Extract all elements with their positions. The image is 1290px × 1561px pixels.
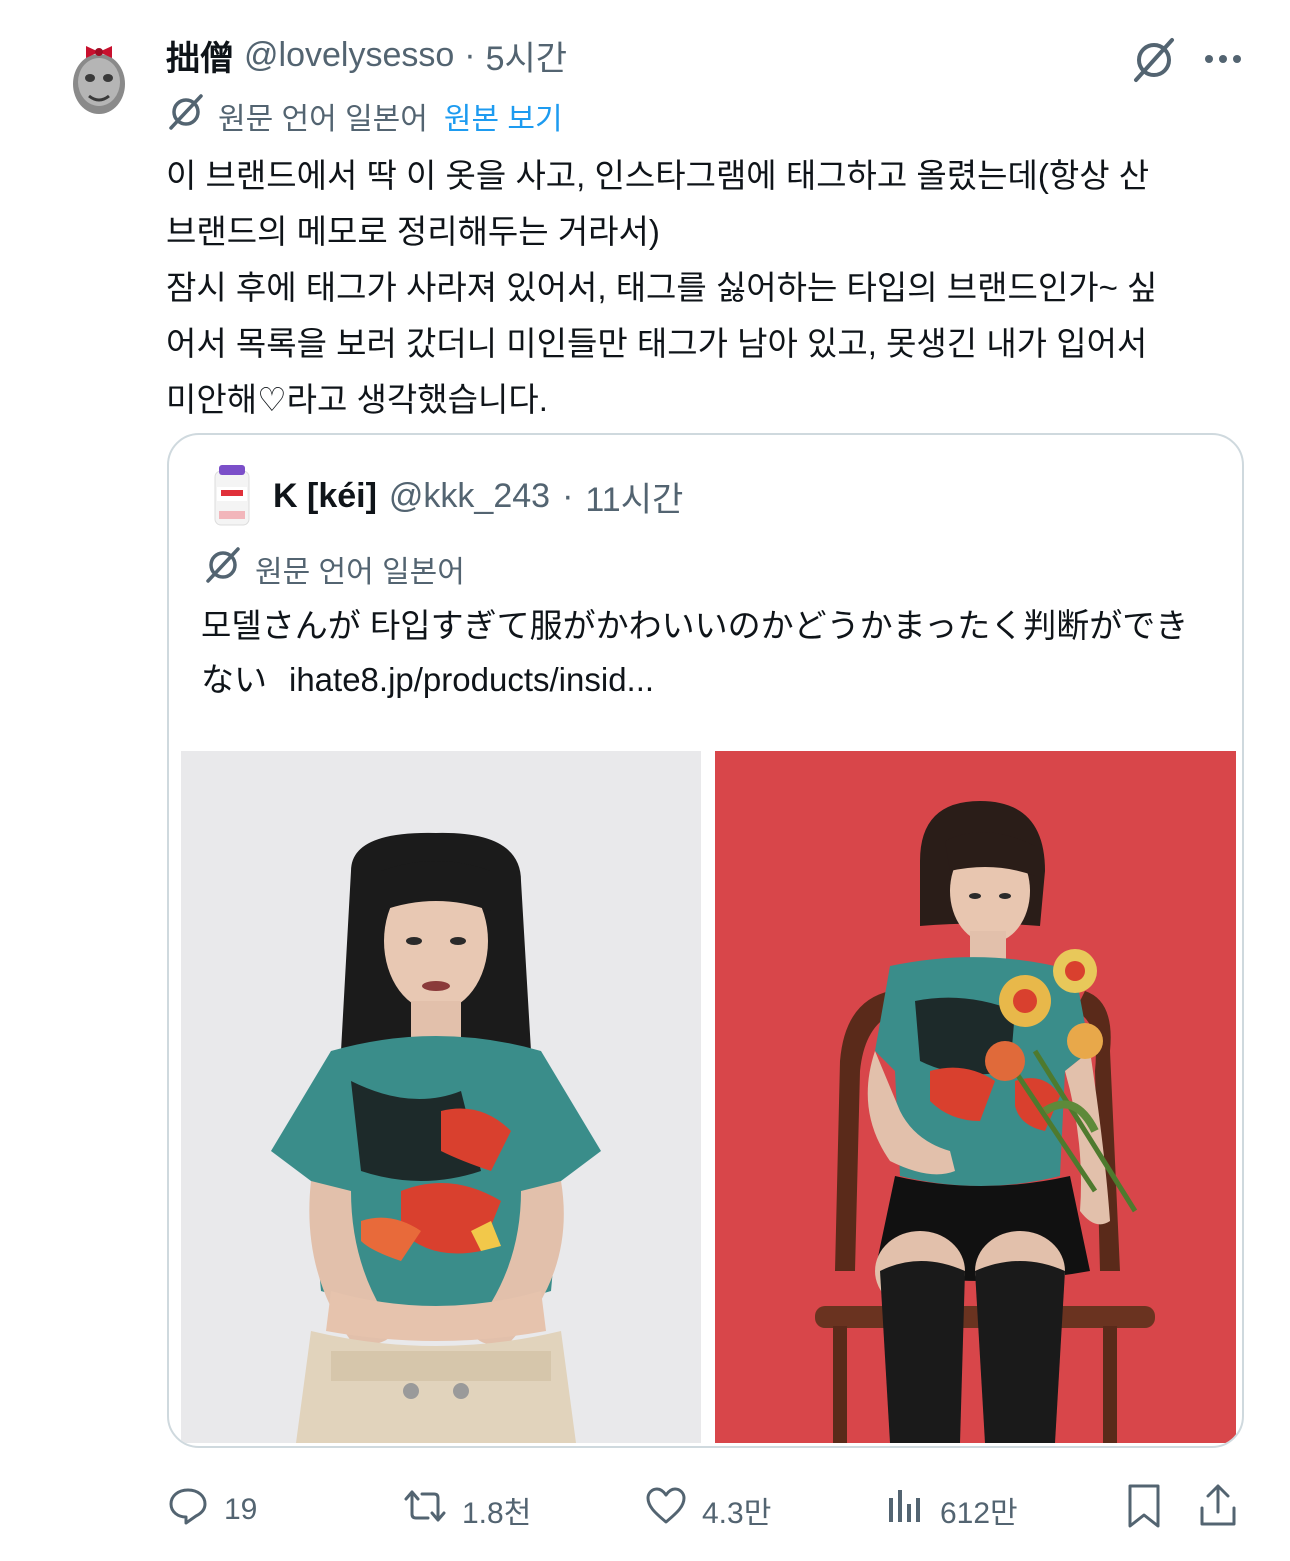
quoted-time[interactable]: 11시간 [585,472,683,521]
bookmark-icon [1124,1482,1164,1538]
quoted-text: 모델さんが 타입すぎて服がかわいいのかどうかまったく判断ができ ない ihate8… [201,599,1211,707]
share-button[interactable] [1196,1484,1240,1536]
action-bar: 19 1.8천 4.3만 612만 [166,1476,1246,1546]
translate-icon [203,545,243,593]
like-button[interactable]: 4.3만 [644,1484,771,1536]
post-time[interactable]: 5시간 [486,31,567,80]
grok-icon[interactable] [1128,34,1180,86]
author-avatar[interactable] [56,34,142,120]
quoted-translation-label: 원문 언어 일본어 [255,556,465,589]
quoted-link[interactable]: ihate8.jp/products/insid... [289,661,654,698]
translate-icon [166,92,206,140]
views-button[interactable]: 612만 [886,1484,1018,1536]
quoted-author-avatar[interactable] [203,461,261,531]
reply-icon [166,1484,210,1536]
post-header: 拙僧 @lovelysesso · 5시간 [166,30,567,80]
like-icon [644,1484,688,1536]
post-text-line: 이 브랜드에서 딱 이 옷을 사고, 인스타그램에 태그하고 올렸는데(항상 산 [166,157,1150,194]
author-name[interactable]: 拙僧 [166,31,234,80]
repost-count: 1.8천 [462,1497,532,1530]
post-text-line: 잠시 후에 태그가 사라져 있어서, 태그를 싫어하는 타입의 브랜드인가~ 싶 [166,269,1158,306]
show-original-link[interactable]: 원본 보기 [444,94,563,138]
post-text-line: 브랜드의 메모로 정리해두는 거라서) [166,213,660,250]
bookmark-button[interactable] [1124,1484,1164,1536]
quoted-header: K [kéi] @kkk_243 · 11시간 [273,471,683,521]
reply-count: 19 [224,1493,258,1526]
post-text-line: 미안해♡라고 생각했습니다. [166,381,548,418]
translation-label: 원문 언어 일본어 [218,103,428,136]
views-icon [886,1484,926,1536]
views-count: 612만 [940,1497,1018,1530]
reply-button[interactable]: 19 [166,1484,257,1536]
quoted-translation-row: 원문 언어 일본어 [203,547,465,591]
post-text: 이 브랜드에서 딱 이 옷을 사고, 인스타그램에 태그하고 올렸는데(항상 산… [166,148,1246,428]
quoted-photo-right[interactable] [715,751,1236,1443]
like-count: 4.3만 [702,1497,772,1530]
separator-dot: · [562,476,574,515]
quoted-author-handle[interactable]: @kkk_243 [389,477,550,516]
author-handle[interactable]: @lovelysesso [244,36,454,75]
quoted-post[interactable]: K [kéi] @kkk_243 · 11시간 원문 언어 일본어 모델さんが … [167,433,1244,1448]
quoted-photo-left[interactable] [181,751,701,1443]
share-icon [1196,1482,1240,1538]
quoted-text-line: ない [201,661,267,698]
repost-icon [402,1484,448,1536]
quoted-text-line: 모델さんが 타입すぎて服がかわいいのかどうかまったく判断ができ [201,607,1189,644]
separator-dot: · [464,35,476,74]
quoted-author-name[interactable]: K [kéi] [273,477,377,516]
repost-button[interactable]: 1.8천 [402,1484,531,1536]
translation-row: 원문 언어 일본어 원본 보기 [166,94,563,138]
more-icon[interactable] [1198,36,1248,82]
post-text-line: 어서 목록을 보러 갔더니 미인들만 태그가 남아 있고, 못생긴 내가 입어서 [166,325,1148,362]
